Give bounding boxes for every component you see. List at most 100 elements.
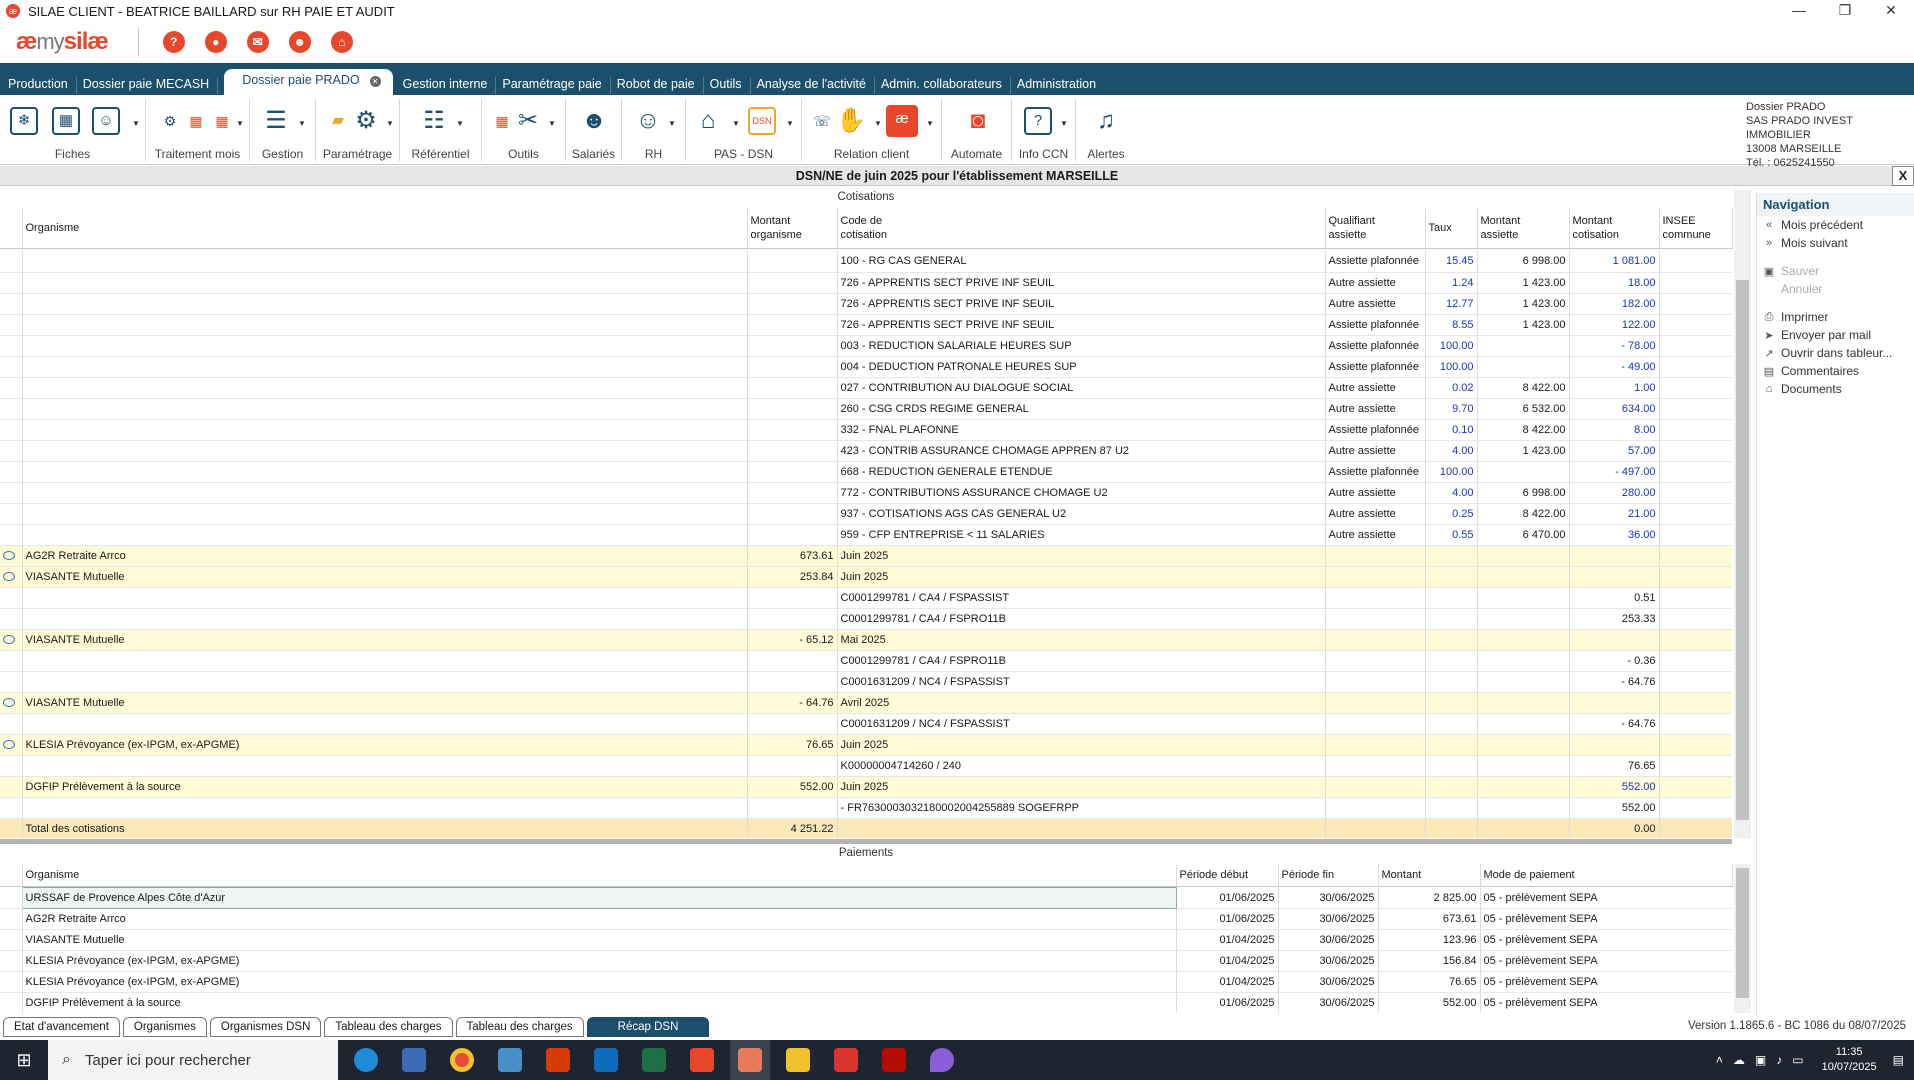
minimize-button[interactable]: — xyxy=(1776,0,1822,22)
menu-administration[interactable]: Administration xyxy=(1011,77,1104,95)
employee-card-icon[interactable]: ☺ xyxy=(92,107,120,135)
header-taux[interactable]: Taux xyxy=(1425,208,1478,249)
table-row[interactable]: 726 - APPRENTIS SECT PRIVE INF SEUIL Autr… xyxy=(0,272,1732,294)
table-row[interactable]: 027 - CONTRIBUTION AU DIALOGUE SOCIAL Aut… xyxy=(0,377,1732,399)
table-row[interactable]: 726 - APPRENTIS SECT PRIVE INF SEUIL Assi… xyxy=(0,314,1732,336)
bottom-tab[interactable]: Etat d'avancement xyxy=(3,1017,120,1037)
table-row[interactable]: 003 - REDUCTION SALARIALE HEURES SUP Assi… xyxy=(0,335,1732,357)
tray-volume-icon[interactable]: ♪ xyxy=(1776,1053,1782,1067)
table-row[interactable]: - FR7630003032180002004255889 SOGEFRPP 55… xyxy=(0,797,1732,819)
help-icon[interactable]: ? xyxy=(162,31,185,53)
calendar-tools-icon[interactable]: ▦ xyxy=(488,107,516,135)
robot-icon[interactable]: ◙ xyxy=(964,107,992,135)
payment-row[interactable]: KLESIA Prévoyance (ex-IPGM, ex-APGME) 01/… xyxy=(0,971,1732,993)
tray-chevron-icon[interactable]: ˄ xyxy=(1716,1053,1723,1067)
company-card-icon[interactable]: ▦ xyxy=(52,107,80,135)
payroll-calc-icon[interactable]: ⚙ xyxy=(156,107,184,135)
chevron-down-icon[interactable]: ▼ xyxy=(132,119,140,128)
tray-battery-icon[interactable]: ▭ xyxy=(1792,1053,1803,1067)
menu-robot-paie[interactable]: Robot de paie xyxy=(611,77,704,95)
restore-button[interactable]: ❐ xyxy=(1822,0,1868,22)
table-row[interactable]: 959 - CFP ENTREPRISE < 11 SALARIES Autre … xyxy=(0,524,1732,546)
chevron-down-icon[interactable]: ▼ xyxy=(786,119,794,128)
table-row[interactable]: K00000004714260 / 240 76.65 xyxy=(0,755,1732,777)
table-row[interactable]: 332 - FNAL PLAFONNE Assiette plafonnée 0.1… xyxy=(0,419,1732,441)
nav-item-documents[interactable]: ⌂ Documents xyxy=(1757,380,1914,398)
header-code-cotisation[interactable]: Code de cotisation xyxy=(837,208,1326,249)
nav-item-ouvrir-dans-tableur[interactable]: ↗ Ouvrir dans tableur... xyxy=(1757,344,1914,362)
header-qualifiant[interactable]: Qualifiant assiette xyxy=(1325,208,1426,249)
organisme-row[interactable]: DGFIP Prélèvement à la source 552.00 Juin … xyxy=(0,776,1732,798)
contact-icon[interactable]: ☏ xyxy=(808,107,836,135)
table-row[interactable]: C0001299781 / CA4 / FSPASSIST 0.51 xyxy=(0,587,1732,609)
nav-item-imprimer[interactable]: ⎙ Imprimer xyxy=(1757,308,1914,326)
header-insee[interactable]: INSEE commune xyxy=(1659,208,1733,249)
pay-scroll-thumb[interactable] xyxy=(1736,868,1749,998)
chevron-down-icon[interactable]: ▼ xyxy=(1060,119,1068,128)
bank-icon[interactable]: ⌂ xyxy=(694,107,722,135)
organisme-row[interactable]: VIASANTE Mutuelle - 64.76 Avril 2025 xyxy=(0,692,1732,714)
bottom-tab[interactable]: Organismes xyxy=(122,1017,207,1037)
dsn-icon[interactable]: DSN xyxy=(748,107,776,135)
taskbar-app-icon[interactable] xyxy=(394,1040,434,1080)
table-row[interactable]: 423 - CONTRIB ASSURANCE CHOMAGE APPREN 8… xyxy=(0,440,1732,462)
chevron-down-icon[interactable]: ▼ xyxy=(236,119,244,128)
menu-outils[interactable]: Outils xyxy=(704,77,751,95)
table-row[interactable]: 004 - DEDUCTION PATRONALE HEURES SUP Assi… xyxy=(0,356,1732,378)
chevron-down-icon[interactable]: ▼ xyxy=(298,119,306,128)
cotisations-scrollbar[interactable] xyxy=(1734,190,1751,838)
menu-gestion-interne[interactable]: Gestion interne xyxy=(397,77,497,95)
nav-item-commentaires[interactable]: ▤ Commentaires xyxy=(1757,362,1914,380)
tray-network-icon[interactable]: ▣ xyxy=(1755,1053,1766,1067)
header-montant-assiette[interactable]: Montant assiette xyxy=(1477,208,1570,249)
handshake-icon[interactable]: ✋ xyxy=(836,107,866,135)
comment-icon[interactable] xyxy=(3,634,15,644)
total-row[interactable]: Total des cotisations 4 251.22 0.00 xyxy=(0,818,1732,838)
list-edit-icon[interactable]: ☰ xyxy=(262,107,290,135)
taskbar-pdf-icon[interactable] xyxy=(826,1040,866,1080)
tools-icon[interactable]: ✂ xyxy=(514,107,542,135)
taskbar-acrobat-icon[interactable] xyxy=(874,1040,914,1080)
table-row[interactable]: 772 - CONTRIBUTIONS ASSURANCE CHOMAGE U2… xyxy=(0,482,1732,504)
bottom-tab[interactable]: Tableau des charges xyxy=(455,1017,584,1037)
table-row[interactable]: 937 - COTISATIONS AGS CAS GENERAL U2 Autr… xyxy=(0,503,1732,525)
scroll-thumb[interactable] xyxy=(1736,280,1749,820)
table-row[interactable]: 726 - APPRENTIS SECT PRIVE INF SEUIL Autr… xyxy=(0,293,1732,315)
menu-admin-collaborateurs[interactable]: Admin. collaborateurs xyxy=(875,77,1011,95)
bell-icon[interactable]: ♫ xyxy=(1092,107,1120,135)
taskbar-excel-icon[interactable] xyxy=(634,1040,674,1080)
calendar-icon[interactable]: ▦ xyxy=(182,107,210,135)
nav-item-envoyer-par-mail[interactable]: ➤ Envoyer par mail xyxy=(1757,326,1914,344)
taskbar-chrome-icon[interactable] xyxy=(442,1040,482,1080)
taskbar-outlook-icon[interactable] xyxy=(586,1040,626,1080)
taskbar-office-icon[interactable] xyxy=(538,1040,578,1080)
bottom-tab[interactable]: Organismes DSN xyxy=(209,1017,322,1037)
pay-header-debut[interactable]: Période début xyxy=(1176,864,1279,887)
calendar-close-icon[interactable]: ▦ xyxy=(208,107,236,135)
training-icon[interactable]: ⌂ xyxy=(330,31,353,53)
taskbar-edge-icon[interactable] xyxy=(346,1040,386,1080)
my-silae-icon[interactable]: æ xyxy=(886,105,918,137)
table-row[interactable]: 260 - CSG CRDS REGIME GENERAL Autre assie… xyxy=(0,398,1732,420)
organisme-row[interactable]: KLESIA Prévoyance (ex-IPGM, ex-APGME) 76.… xyxy=(0,734,1732,756)
pay-header-mode[interactable]: Mode de paiement xyxy=(1480,864,1733,887)
paiements-scrollbar[interactable] xyxy=(1734,864,1751,1013)
bottom-tab[interactable]: Récap DSN xyxy=(586,1017,710,1037)
tray-onedrive-icon[interactable]: ☁ xyxy=(1733,1053,1745,1067)
chevron-down-icon[interactable]: ▼ xyxy=(456,119,464,128)
close-window-button[interactable]: ✕ xyxy=(1868,0,1914,22)
chat-icon[interactable]: ● xyxy=(204,31,227,53)
snowflake-icon[interactable]: ❄ xyxy=(10,107,38,135)
menu-analyse-activite[interactable]: Analyse de l'activité xyxy=(751,77,875,95)
payment-row[interactable]: VIASANTE Mutuelle 01/04/2025 30/06/2025 123… xyxy=(0,929,1732,951)
header-montant-organisme[interactable]: Montant organisme xyxy=(747,208,838,249)
chevron-down-icon[interactable]: ▼ xyxy=(874,119,882,128)
taskbar-explorer-icon[interactable] xyxy=(778,1040,818,1080)
menu-production[interactable]: Production xyxy=(2,77,77,95)
payment-row[interactable]: DGFIP Prélèvement à la source 01/06/2025 3… xyxy=(0,992,1732,1013)
organisme-row[interactable]: AG2R Retraite Arrco 673.61 Juin 2025 xyxy=(0,545,1732,567)
header-organisme[interactable]: Organisme xyxy=(22,208,748,249)
taskbar-silae-icon[interactable] xyxy=(682,1040,722,1080)
comment-icon[interactable] xyxy=(3,739,15,749)
menu-parametrage-paie[interactable]: Paramétrage paie xyxy=(496,77,611,95)
